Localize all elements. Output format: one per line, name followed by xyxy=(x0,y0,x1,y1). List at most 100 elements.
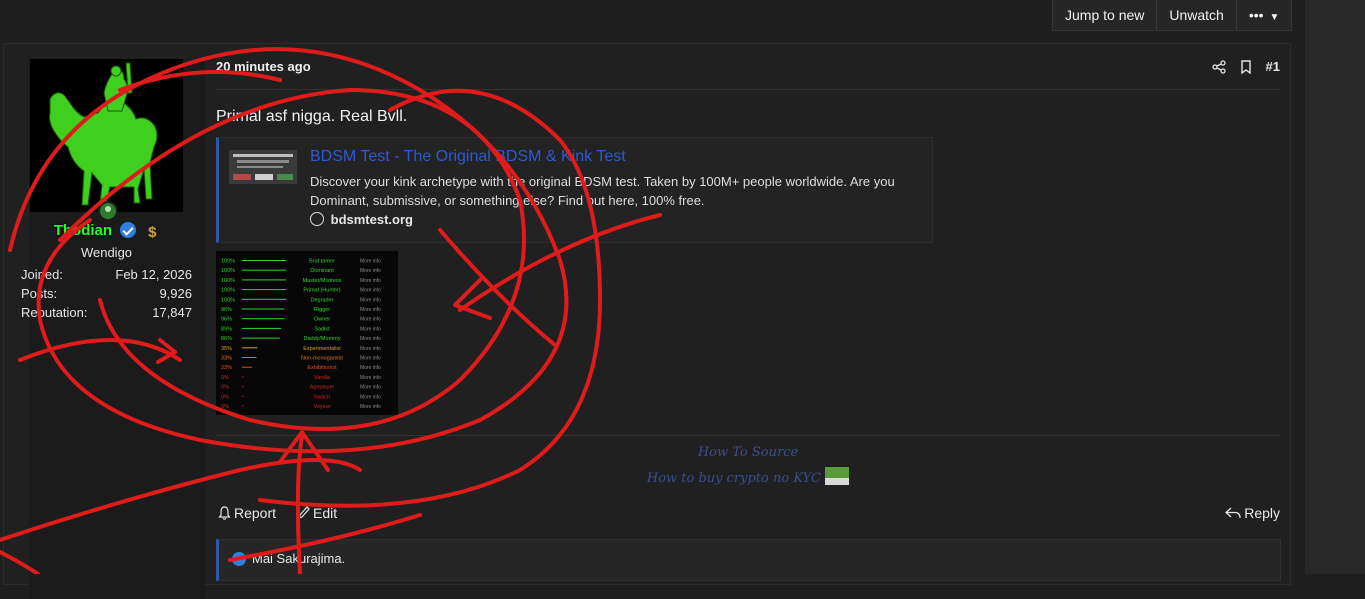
result-label: Vanilla xyxy=(314,375,331,381)
result-percent: 33% xyxy=(221,356,232,362)
reaction-users[interactable]: Mai Sakurajima. xyxy=(252,551,345,566)
thread-toolbar: Jump to new Unwatch ••• ▼ xyxy=(1052,0,1293,31)
stat-value: 17,847 xyxy=(152,305,192,320)
embed-title-link[interactable]: BDSM Test - The Original BDSM & Kink Tes… xyxy=(310,148,626,166)
result-percent: 0% xyxy=(221,385,229,391)
bdsm-results-image[interactable]: 100% Brat tamer More info 100% Dominant More … xyxy=(216,251,398,415)
post-date-link[interactable]: 20 minutes ago xyxy=(216,59,311,74)
jump-to-new-button[interactable]: Jump to new xyxy=(1053,0,1158,30)
result-more-info: More info xyxy=(360,336,381,342)
stat-value: Feb 12, 2026 xyxy=(115,267,192,282)
result-percent: 86% xyxy=(221,336,232,342)
result-label: Voyeur xyxy=(313,404,330,410)
bookmark-icon[interactable] xyxy=(1240,59,1252,74)
result-bar xyxy=(242,260,286,261)
result-bar xyxy=(242,298,286,300)
username-link[interactable]: Thodian xyxy=(54,222,112,239)
signature-link-how-to-source[interactable]: How To Source xyxy=(216,440,1280,466)
result-bar xyxy=(242,269,286,271)
result-bar xyxy=(242,308,285,310)
result-more-info: More info xyxy=(360,404,381,410)
result-bar xyxy=(242,327,282,329)
result-bar xyxy=(242,357,257,358)
post: Thodian $ Wendigo Joined: Feb 12, 2026 P… xyxy=(3,43,1291,599)
result-label: Primal (Hunter) xyxy=(303,288,340,294)
result-more-info: More info xyxy=(360,297,381,303)
bell-icon xyxy=(218,506,231,520)
result-more-info: More info xyxy=(360,326,381,332)
user-title: Wendigo xyxy=(80,245,133,260)
result-bar xyxy=(242,386,244,388)
embed-site-name: bdsmtest.org xyxy=(330,212,413,227)
result-more-info: More info xyxy=(360,317,381,323)
unwatch-button[interactable]: Unwatch xyxy=(1157,0,1237,30)
result-label: Sadist xyxy=(314,326,330,332)
reply-button[interactable]: Reply xyxy=(1225,505,1280,521)
result-label: Switch xyxy=(314,394,330,400)
result-more-info: More info xyxy=(360,278,381,284)
result-bar xyxy=(242,289,286,291)
result-label: Exhibitionist xyxy=(307,365,337,371)
result-bar xyxy=(242,405,244,407)
result-bar xyxy=(242,366,253,368)
result-percent: 100% xyxy=(221,288,235,294)
result-more-info: More info xyxy=(360,394,381,400)
signature-link-crypto[interactable]: How to buy crypto no KYC xyxy=(647,471,821,486)
report-label: Report xyxy=(234,505,277,521)
result-label: Degrader xyxy=(311,297,334,303)
right-gutter xyxy=(1305,0,1365,574)
result-label: Rigger xyxy=(314,307,330,313)
reply-label: Reply xyxy=(1244,505,1280,521)
result-percent: 0% xyxy=(221,394,229,400)
result-bar xyxy=(242,337,280,339)
result-percent: 35% xyxy=(221,346,232,352)
result-bar xyxy=(242,347,258,349)
result-percent: 96% xyxy=(221,317,232,323)
share-icon[interactable] xyxy=(1211,59,1226,74)
user-stats: Joined: Feb 12, 2026 Posts: 9,926 Reputa… xyxy=(21,265,192,322)
result-more-info: More info xyxy=(360,346,381,352)
result-percent: 89% xyxy=(221,326,232,332)
edit-button[interactable]: Edit xyxy=(298,505,337,521)
result-label: Brat tamer xyxy=(309,259,335,265)
post-top-actions: #1 xyxy=(1211,59,1280,74)
signature-line-2: How to buy crypto no KYC xyxy=(216,466,1280,492)
result-more-info: More info xyxy=(360,365,381,371)
result-more-info: More info xyxy=(360,356,381,362)
more-options-button[interactable]: ••• ▼ xyxy=(1237,0,1292,30)
result-label: Master/Mistress xyxy=(303,278,342,284)
result-percent: 96% xyxy=(221,307,232,313)
result-label: Daddy/Mommy xyxy=(304,336,341,342)
result-percent: 23% xyxy=(221,365,232,371)
stat-label: Posts: xyxy=(21,286,58,301)
report-button[interactable]: Report xyxy=(218,505,276,521)
result-bar xyxy=(242,395,244,397)
result-percent: 100% xyxy=(221,259,235,265)
result-percent: 100% xyxy=(221,268,235,274)
like-reaction-icon xyxy=(232,552,246,566)
signature: How To Source How to buy crypto no KYC xyxy=(216,440,1280,492)
embed-site: bdsmtest.org xyxy=(310,212,413,227)
edit-label: Edit xyxy=(313,505,338,521)
stat-reputation: Reputation: 17,847 xyxy=(21,303,192,322)
pencil-icon xyxy=(298,506,310,519)
result-label: Experimentalist xyxy=(303,346,341,352)
post-footer-actions: Report Edit Reply xyxy=(216,505,1280,529)
result-label: Ageplayer xyxy=(310,385,335,391)
result-percent: 100% xyxy=(221,297,235,303)
online-status-icon xyxy=(98,201,118,221)
result-bar xyxy=(242,318,285,320)
stat-label: Reputation: xyxy=(21,305,88,320)
link-embed[interactable]: BDSM Test - The Original BDSM & Kink Tes… xyxy=(216,137,933,243)
result-more-info: More info xyxy=(360,288,381,294)
user-pane: Thodian $ Wendigo Joined: Feb 12, 2026 P… xyxy=(21,59,205,599)
result-bar xyxy=(242,279,286,281)
reactions-bar[interactable]: Mai Sakurajima. xyxy=(216,539,1281,581)
post-number-link[interactable]: #1 xyxy=(1266,59,1280,74)
caret-down-icon: ▼ xyxy=(1269,12,1280,23)
pepe-emoji-icon xyxy=(825,467,850,485)
divider xyxy=(216,89,1280,90)
stat-value: 9,926 xyxy=(159,286,192,301)
divider xyxy=(216,435,1280,436)
avatar[interactable] xyxy=(30,59,183,212)
